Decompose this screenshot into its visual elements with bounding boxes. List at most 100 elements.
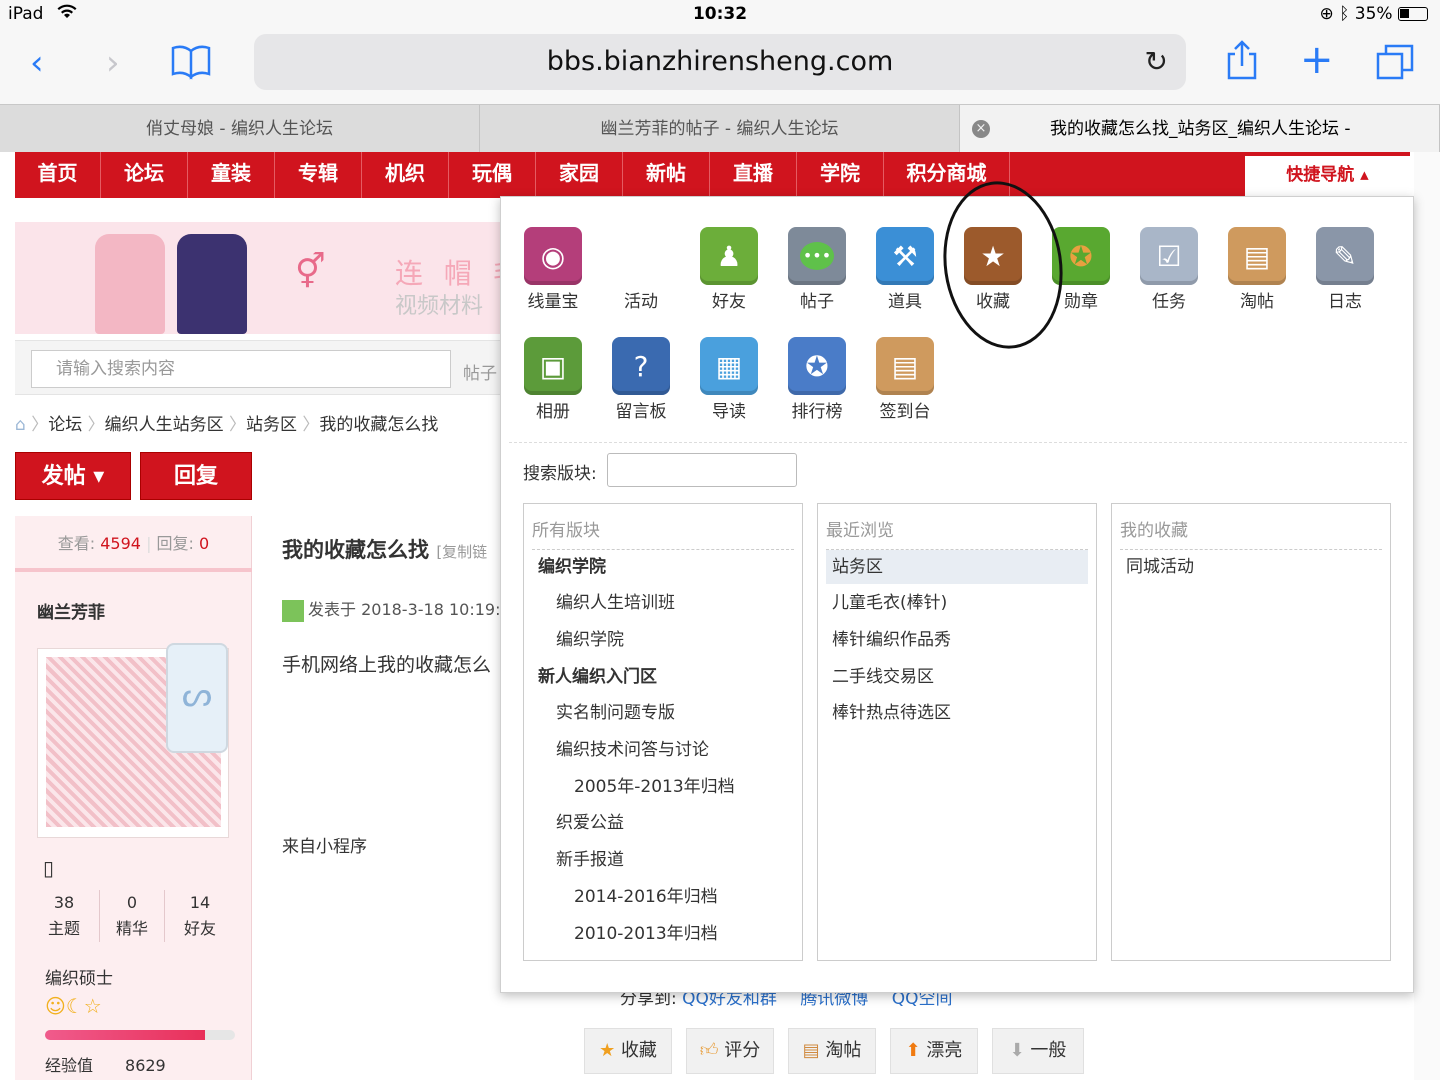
breadcrumb-section[interactable]: 编织人生站务区 <box>105 415 224 435</box>
quicknav-favorites[interactable]: ★ 收藏 <box>953 227 1033 327</box>
quicknav-checkin[interactable]: ▤ 签到台 <box>865 337 945 437</box>
board-item[interactable]: 编织技术问答与讨论 <box>532 733 794 767</box>
board-item[interactable]: 编织人生培训班 <box>532 586 794 620</box>
stat-value: 38 <box>53 893 75 912</box>
board-item[interactable]: 2005年-2013年归档 <box>532 770 794 804</box>
quicknav-journal[interactable]: ✎ 日志 <box>1305 227 1385 327</box>
board-item[interactable]: 新人编织入门区 <box>532 660 794 694</box>
quick-nav-toggle[interactable]: 快捷导航 ▴ <box>1245 156 1410 198</box>
arrow-up-icon: ⬆ <box>905 1040 921 1061</box>
recent-item[interactable]: 棒针编织作品秀 <box>826 623 1088 657</box>
nav-kids[interactable]: 童装 <box>188 152 275 198</box>
nav-home-space[interactable]: 家园 <box>536 152 623 198</box>
board-item[interactable]: 织爱公益 <box>532 806 794 840</box>
tab-3[interactable]: × 我的收藏怎么找_站务区_编织人生论坛 - <box>960 105 1440 153</box>
star-icon: ★ <box>599 1040 616 1061</box>
breadcrumb-board[interactable]: 站务区 <box>246 415 297 435</box>
new-tab-icon[interactable]: + <box>1300 40 1334 80</box>
quicknav-album[interactable]: ▣ 相册 <box>513 337 593 437</box>
board-item[interactable]: 2014-2016年归档 <box>532 880 794 914</box>
address-bar[interactable]: bbs.bianzhirensheng.com ↻ <box>254 34 1186 90</box>
my-favorites-column: 我的收藏 同城活动 <box>1111 503 1391 961</box>
copy-link[interactable]: [复制链 <box>436 543 487 561</box>
quicknav-posts[interactable]: ••• 帖子 <box>777 227 857 327</box>
quicknav-guestbook[interactable]: ? 留言板 <box>601 337 681 437</box>
nav-academy[interactable]: 学院 <box>797 152 884 198</box>
reply-button[interactable]: 回复 <box>140 452 252 500</box>
checkin-icon: ▤ <box>876 337 934 395</box>
banner-ad[interactable]: ⚥ 连 帽 毛 视频材料 <box>15 222 535 334</box>
board-item[interactable]: 编织学院 <box>532 623 794 657</box>
board-item[interactable]: 编织学院 <box>532 550 794 584</box>
nav-home[interactable]: 首页 <box>15 152 101 198</box>
quicknav-label: 淘帖 <box>1240 292 1274 312</box>
home-icon[interactable]: ⌂ <box>15 415 26 435</box>
board-item[interactable]: 新手报道 <box>532 843 794 877</box>
journal-icon: ✎ <box>1316 227 1374 285</box>
stat-digest[interactable]: 0 精华 <box>99 890 165 942</box>
reload-icon[interactable]: ↻ <box>1145 34 1168 90</box>
quicknav-tools[interactable]: ⚒ 道具 <box>865 227 945 327</box>
rate-label: 评分 <box>724 1040 761 1061</box>
recent-item[interactable]: 儿童毛衣(棒针) <box>826 586 1088 620</box>
quicknav-ranking[interactable]: ✪ 排行榜 <box>777 337 857 437</box>
quick-nav-panel: ◉ 线量宝 活动 ♟ 好友 ••• 帖子 ⚒ 道具 ★ 收藏 ✪ 勋章 ☑ 任务 ▤ 淘帖 ✎ 日… <box>500 196 1414 993</box>
recent-item[interactable]: 站务区 <box>826 550 1088 584</box>
quicknav-friends[interactable]: ♟ 好友 <box>689 227 769 327</box>
thumbs-up-icon: 👍︎ <box>699 1040 719 1061</box>
recent-item[interactable]: 棒针热点待选区 <box>826 696 1088 730</box>
breadcrumb-forum[interactable]: 论坛 <box>48 415 82 435</box>
quicknav-guide[interactable]: ▦ 导读 <box>689 337 769 437</box>
nav-machine[interactable]: 机织 <box>362 152 449 198</box>
quicknav-yarn[interactable]: ◉ 线量宝 <box>513 227 593 327</box>
collect-button[interactable]: ▤ 淘帖 <box>788 1028 876 1074</box>
forward-icon[interactable]: › <box>106 46 120 80</box>
breadcrumb-thread[interactable]: 我的收藏怎么找 <box>319 415 438 435</box>
stat-friends[interactable]: 14 好友 <box>167 890 233 942</box>
tab-2[interactable]: 幽兰芳菲的帖子 - 编织人生论坛 <box>480 105 960 153</box>
exp-progress-bar <box>45 1030 235 1040</box>
main-nav: 首页 论坛 童装 专辑 机织 玩偶 家园 新帖 直播 学院 积分商城 快捷导航 … <box>15 152 1410 198</box>
tab-1[interactable]: 俏丈母娘 - 编织人生论坛 <box>0 105 480 153</box>
nav-new-posts[interactable]: 新帖 <box>623 152 710 198</box>
nav-live[interactable]: 直播 <box>710 152 797 198</box>
nav-points-mall[interactable]: 积分商城 <box>884 152 1010 198</box>
stat-topics[interactable]: 38 主题 <box>31 890 97 942</box>
search-type-select[interactable]: 帖子 <box>463 359 497 384</box>
recent-item[interactable]: 二手线交易区 <box>826 660 1088 694</box>
quicknav-label: 导读 <box>712 402 746 422</box>
quicknav-label: 任务 <box>1152 292 1186 312</box>
forum-search-input[interactable] <box>607 453 797 487</box>
favorite-item[interactable]: 同城活动 <box>1120 550 1382 584</box>
new-post-button[interactable]: 发帖 ▾ <box>15 452 131 500</box>
nav-album[interactable]: 专辑 <box>275 152 362 198</box>
favorite-button[interactable]: ★ 收藏 <box>584 1028 672 1074</box>
views-label: 查看: <box>57 534 96 553</box>
back-icon[interactable]: ‹ <box>30 46 44 80</box>
share-icon[interactable] <box>1226 40 1258 84</box>
quicknav-label: 好友 <box>712 292 746 312</box>
rate-button[interactable]: 👍︎ 评分 <box>686 1028 774 1074</box>
oppose-button[interactable]: ⬇ 一般 <box>992 1028 1084 1074</box>
quicknav-activity[interactable]: 活动 <box>601 227 681 327</box>
star-icon: ★ <box>964 227 1022 285</box>
search-input[interactable]: 请输入搜索内容 <box>31 350 451 388</box>
nav-dolls[interactable]: 玩偶 <box>449 152 536 198</box>
board-item[interactable]: 2010-2013年归档 <box>532 917 794 951</box>
exp-progress-fill <box>45 1030 205 1040</box>
quicknav-collections[interactable]: ▤ 淘帖 <box>1217 227 1297 327</box>
icon-row-2: ▣ 相册 ? 留言板 ▦ 导读 ✪ 排行榜 ▤ 签到台 <box>513 337 1403 437</box>
close-tab-icon[interactable]: × <box>972 120 990 138</box>
quicknav-label: 道具 <box>888 292 922 312</box>
tray-icon: ▤ <box>802 1040 820 1061</box>
bookmarks-icon[interactable] <box>170 44 212 84</box>
support-button[interactable]: ⬆ 漂亮 <box>890 1028 978 1074</box>
column-title: 最近浏览 <box>826 516 1088 550</box>
author-name[interactable]: 幽兰芳菲 <box>37 598 105 623</box>
quicknav-medals[interactable]: ✪ 勋章 <box>1041 227 1121 327</box>
avatar[interactable]: ᔕ <box>37 643 229 838</box>
board-item[interactable]: 实名制问题专版 <box>532 696 794 730</box>
tabs-icon[interactable] <box>1376 44 1414 84</box>
quicknav-tasks[interactable]: ☑ 任务 <box>1129 227 1209 327</box>
nav-forum[interactable]: 论坛 <box>101 152 188 198</box>
